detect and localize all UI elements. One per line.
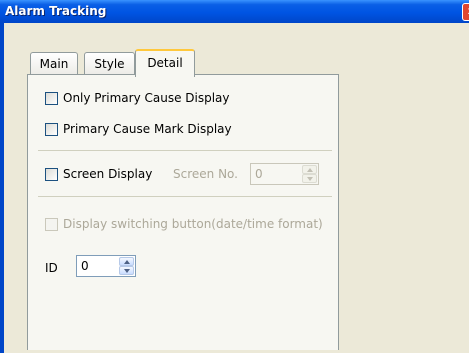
screen-display-label[interactable]: Screen Display <box>63 167 152 181</box>
primary-cause-mark-label[interactable]: Primary Cause Mark Display <box>63 122 232 136</box>
switching-button-checkbox <box>45 218 58 231</box>
spin-up-icon[interactable] <box>119 257 134 266</box>
screen-no-label: Screen No. <box>173 167 238 181</box>
screen-no-value: 0 <box>255 167 263 181</box>
tab-detail[interactable]: Detail <box>135 49 195 77</box>
switching-button-label: Display switching button(date/time forma… <box>63 217 323 231</box>
screen-no-stepper: 0 <box>250 163 319 185</box>
separator-2 <box>38 196 332 197</box>
separator-1 <box>38 150 332 151</box>
primary-cause-mark-checkbox[interactable] <box>45 123 58 136</box>
tab-main[interactable]: Main <box>30 52 78 75</box>
window-titlebar: Alarm Tracking x <box>0 0 469 23</box>
screen-no-spin-buttons <box>302 165 317 183</box>
spin-up-icon <box>302 165 317 174</box>
only-primary-cause-checkbox[interactable] <box>45 92 58 105</box>
id-label: ID <box>45 261 58 275</box>
only-primary-cause-label[interactable]: Only Primary Cause Display <box>63 91 230 105</box>
window-border <box>0 23 4 353</box>
id-spin-buttons[interactable] <box>119 257 134 275</box>
spin-down-icon <box>302 174 317 183</box>
screen-display-checkbox[interactable] <box>45 168 58 181</box>
id-value[interactable]: 0 <box>81 259 89 273</box>
detail-tab-panel <box>27 74 339 350</box>
id-stepper[interactable]: 0 <box>76 255 136 277</box>
window-title: Alarm Tracking <box>5 4 107 18</box>
close-icon[interactable]: x <box>462 3 469 21</box>
tab-style[interactable]: Style <box>84 52 135 75</box>
spin-down-icon[interactable] <box>119 266 134 275</box>
